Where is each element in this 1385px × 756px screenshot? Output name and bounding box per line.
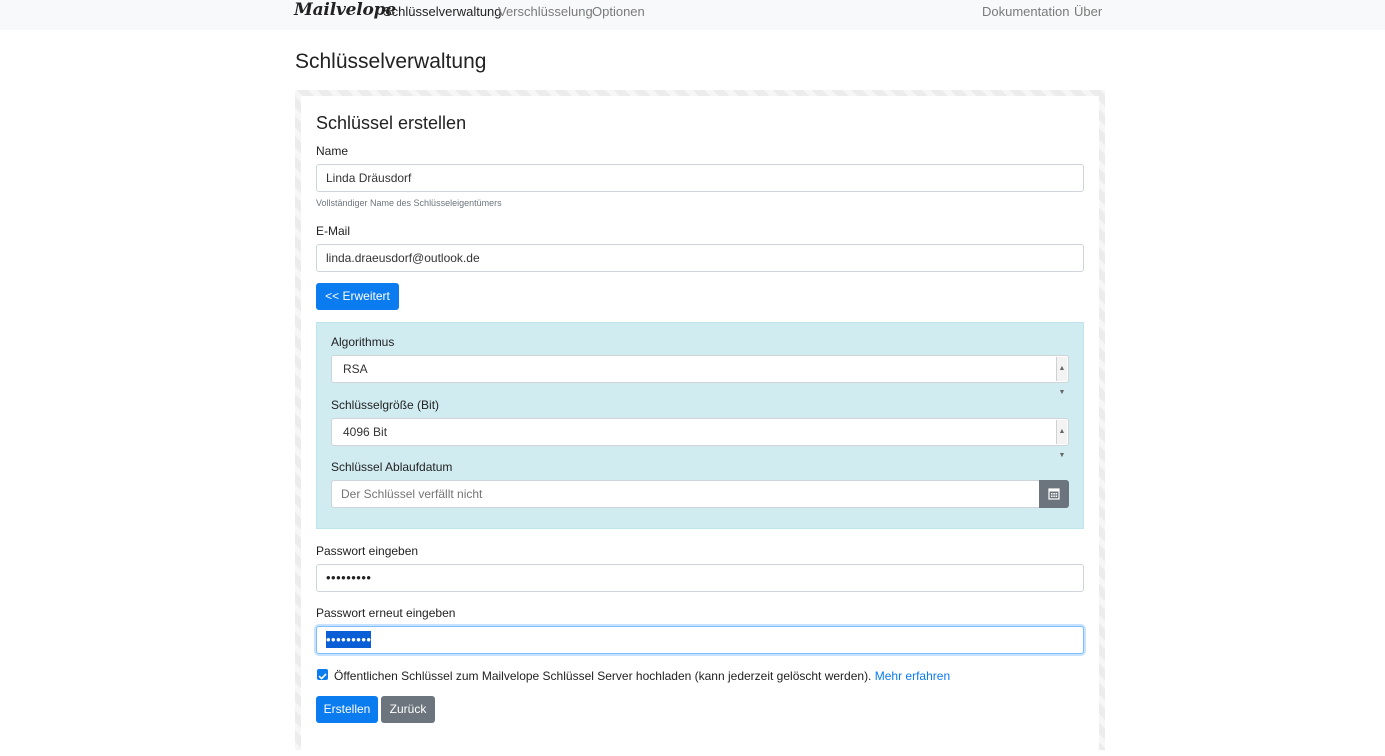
- name-help-text: Vollständiger Name des Schlüsseleigentüm…: [316, 198, 502, 208]
- nav-link-verschluesselung[interactable]: Verschlüsselung: [498, 4, 593, 19]
- password-label: Passwort eingeben: [316, 544, 419, 558]
- page-title: Schlüsselverwaltung: [295, 50, 487, 73]
- upload-checkbox-text: Öffentlichen Schlüssel zum Mailvelope Sc…: [334, 669, 872, 683]
- expiry-date-input[interactable]: [331, 480, 1040, 508]
- password-repeat-value: •••••••••: [326, 631, 372, 648]
- brand-logo[interactable]: Mailvelope: [294, 0, 396, 20]
- nav-link-ueber[interactable]: Über: [1074, 4, 1102, 19]
- back-button[interactable]: Zurück: [381, 696, 435, 723]
- email-label: E-Mail: [316, 224, 351, 238]
- password-repeat-input[interactable]: •••••••••: [316, 626, 1084, 654]
- nav-link-schluesselverwaltung[interactable]: Schlüsselverwaltung: [383, 4, 502, 19]
- top-navbar: Mailvelope Schlüsselverwaltung Verschlüs…: [0, 0, 1385, 30]
- keysize-label: Schlüsselgröße (Bit): [331, 398, 440, 412]
- password-repeat-label: Passwort erneut eingeben: [316, 606, 456, 620]
- nav-link-optionen[interactable]: Optionen: [592, 4, 645, 19]
- name-input[interactable]: Linda Dräusdorf: [316, 164, 1084, 192]
- advanced-toggle-button[interactable]: << Erweitert: [316, 283, 399, 310]
- keysize-select-value: 4096 Bit: [343, 425, 388, 439]
- expiry-date-picker-button[interactable]: [1039, 480, 1069, 508]
- keysize-select[interactable]: 4096 Bit ▲ ▼: [331, 418, 1069, 459]
- card-title: Schlüssel erstellen: [316, 113, 467, 133]
- algorithm-select[interactable]: RSA ▲ ▼: [331, 355, 1069, 396]
- algorithm-label: Algorithmus: [331, 335, 395, 349]
- create-button[interactable]: Erstellen: [316, 696, 378, 723]
- algorithm-select-value: RSA: [343, 362, 368, 376]
- check-icon: [318, 673, 327, 680]
- email-input[interactable]: linda.draeusdorf@outlook.de: [316, 244, 1084, 272]
- chevron-updown-icon: ▲ ▼: [1056, 420, 1067, 459]
- calendar-icon: [1048, 488, 1060, 500]
- chevron-updown-icon: ▲ ▼: [1056, 357, 1067, 396]
- upload-checkbox-label: Öffentlichen Schlüssel zum Mailvelope Sc…: [334, 669, 950, 683]
- upload-checkbox[interactable]: [317, 669, 328, 680]
- name-label: Name: [316, 144, 349, 158]
- learn-more-link[interactable]: Mehr erfahren: [875, 669, 950, 683]
- expiry-label: Schlüssel Ablaufdatum: [331, 460, 453, 474]
- nav-link-dokumentation[interactable]: Dokumentation: [982, 4, 1069, 19]
- password-input[interactable]: •••••••••: [316, 564, 1084, 592]
